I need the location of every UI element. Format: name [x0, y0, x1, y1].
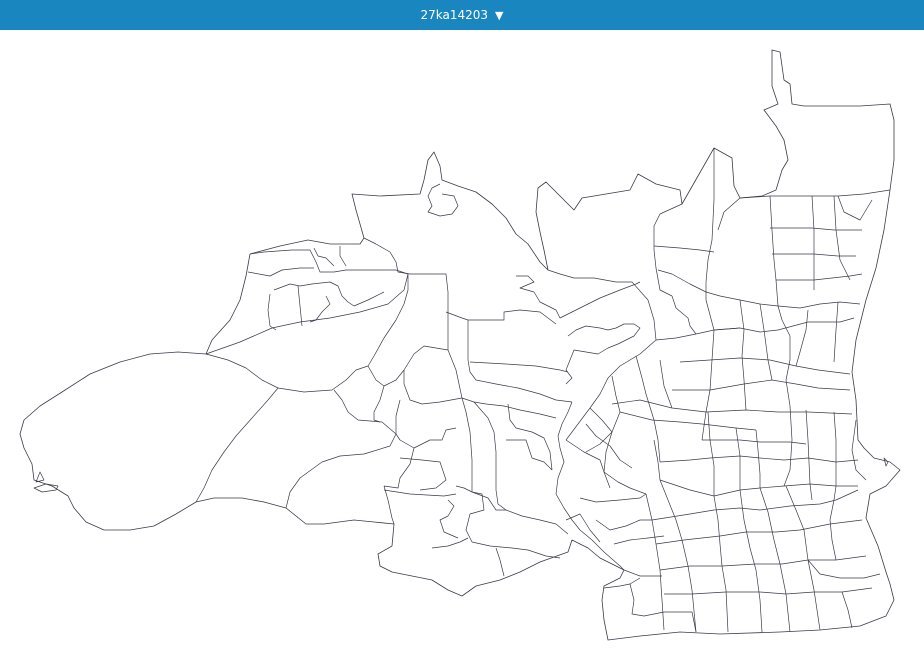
- triangle-down-icon[interactable]: ▼: [495, 10, 503, 21]
- island-2: [33, 483, 59, 493]
- boundary-map-svg[interactable]: [0, 30, 924, 660]
- boundary-map[interactable]: [0, 30, 924, 660]
- area-code-label: 27ka14203: [420, 8, 489, 22]
- map-outline: [19, 49, 901, 641]
- top-bar: 27ka14203 ▼: [0, 0, 924, 30]
- area-code-selector[interactable]: 27ka14203 ▼: [420, 8, 503, 22]
